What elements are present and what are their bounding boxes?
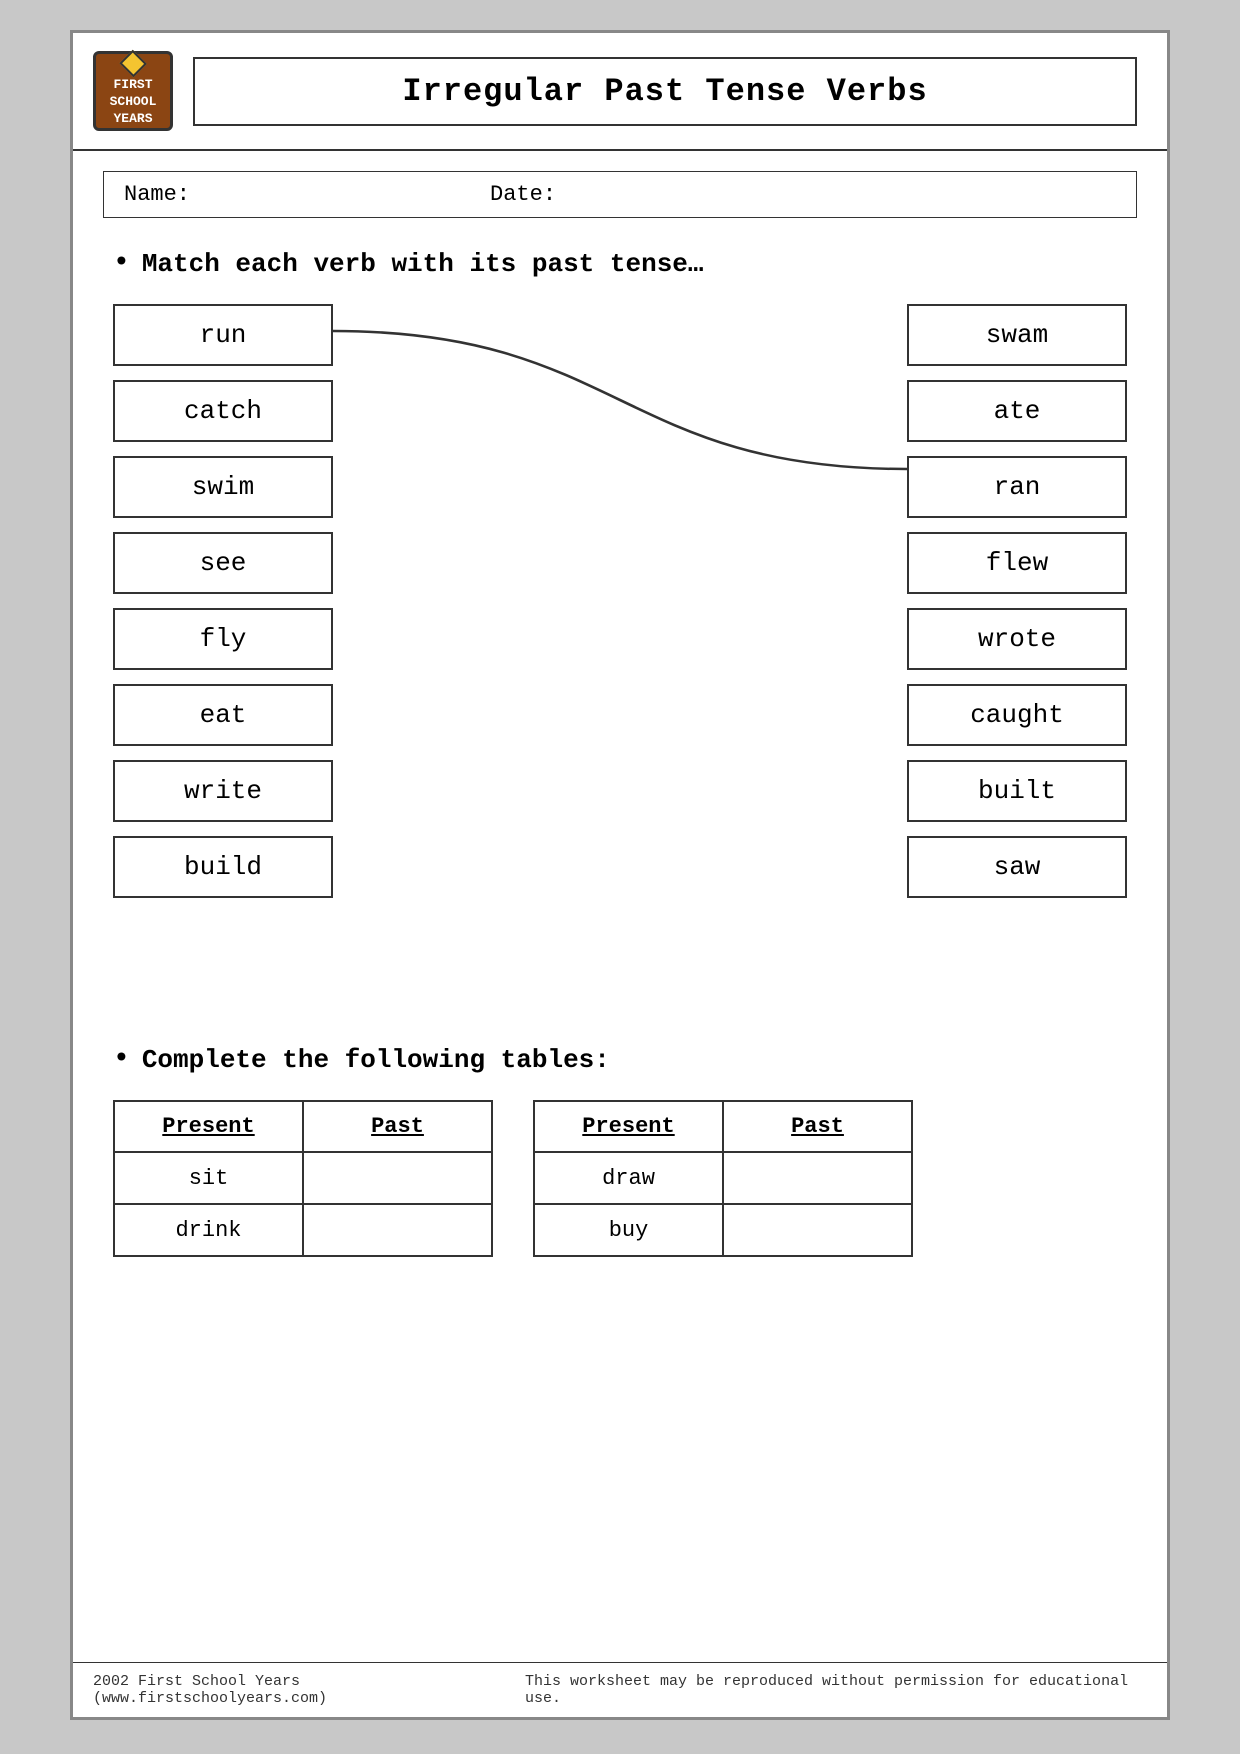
bullet2-icon: • bbox=[113, 1044, 130, 1075]
verb-box-swam: swam bbox=[907, 304, 1127, 366]
page-title: Irregular Past Tense Verbs bbox=[193, 57, 1137, 126]
verb-box-catch: catch bbox=[113, 380, 333, 442]
table2-row2-present: buy bbox=[534, 1204, 723, 1256]
verb-box-wrote: wrote bbox=[907, 608, 1127, 670]
table-row: drink bbox=[114, 1204, 492, 1256]
right-verb-column: swam ate ran flew wrote caught built saw bbox=[907, 304, 1127, 898]
connector-area bbox=[333, 304, 907, 1004]
name-label: Name: bbox=[124, 182, 190, 207]
table-draw-buy: Present Past draw buy bbox=[533, 1100, 913, 1257]
header: FIRSTSCHOOLYEARS Irregular Past Tense Ve… bbox=[73, 33, 1167, 151]
content-area: • Match each verb with its past tense… r… bbox=[73, 228, 1167, 1277]
table2-col2-header: Past bbox=[723, 1101, 912, 1152]
verb-box-write: write bbox=[113, 760, 333, 822]
verb-box-flew: flew bbox=[907, 532, 1127, 594]
left-verb-column: run catch swim see fly eat write build bbox=[113, 304, 333, 898]
verb-box-built: built bbox=[907, 760, 1127, 822]
table2-row1-present: draw bbox=[534, 1152, 723, 1204]
name-date-bar: Name: Date: bbox=[103, 171, 1137, 218]
instruction-tables: • Complete the following tables: bbox=[113, 1044, 1127, 1075]
verb-box-eat: eat bbox=[113, 684, 333, 746]
logo-diamond-icon bbox=[119, 50, 147, 78]
footer: 2002 First School Years (www.firstschool… bbox=[73, 1662, 1167, 1717]
table1-row2-past bbox=[303, 1204, 492, 1256]
table1-row1-past bbox=[303, 1152, 492, 1204]
matching-area: run catch swim see fly eat write build bbox=[113, 304, 1127, 1004]
instruction-match: • Match each verb with its past tense… bbox=[113, 248, 1127, 279]
worksheet-page: FIRSTSCHOOLYEARS Irregular Past Tense Ve… bbox=[70, 30, 1170, 1720]
footer-right: This worksheet may be reproduced without… bbox=[525, 1673, 1147, 1707]
verb-box-caught: caught bbox=[907, 684, 1127, 746]
tables-row: Present Past sit drink bbox=[113, 1100, 1127, 1257]
verb-box-build: build bbox=[113, 836, 333, 898]
table-row: sit bbox=[114, 1152, 492, 1204]
verb-box-run: run bbox=[113, 304, 333, 366]
verb-box-ran: ran bbox=[907, 456, 1127, 518]
table1-col2-header: Past bbox=[303, 1101, 492, 1152]
table1-row2-present: drink bbox=[114, 1204, 303, 1256]
table-row: draw bbox=[534, 1152, 912, 1204]
verb-box-ate: ate bbox=[907, 380, 1127, 442]
matching-lines-svg bbox=[333, 304, 907, 1004]
bullet-icon: • bbox=[113, 248, 130, 279]
date-label: Date: bbox=[490, 182, 556, 207]
verb-box-saw: saw bbox=[907, 836, 1127, 898]
table-row: buy bbox=[534, 1204, 912, 1256]
verb-box-see: see bbox=[113, 532, 333, 594]
verb-box-swim: swim bbox=[113, 456, 333, 518]
logo: FIRSTSCHOOLYEARS bbox=[93, 51, 173, 131]
table1-row1-present: sit bbox=[114, 1152, 303, 1204]
table2-row1-past bbox=[723, 1152, 912, 1204]
table2-col1-header: Present bbox=[534, 1101, 723, 1152]
table1-col1-header: Present bbox=[114, 1101, 303, 1152]
footer-left: 2002 First School Years (www.firstschool… bbox=[93, 1673, 525, 1707]
table-sit-drink: Present Past sit drink bbox=[113, 1100, 493, 1257]
verb-box-fly: fly bbox=[113, 608, 333, 670]
logo-text: FIRSTSCHOOLYEARS bbox=[110, 77, 157, 128]
table2-row2-past bbox=[723, 1204, 912, 1256]
